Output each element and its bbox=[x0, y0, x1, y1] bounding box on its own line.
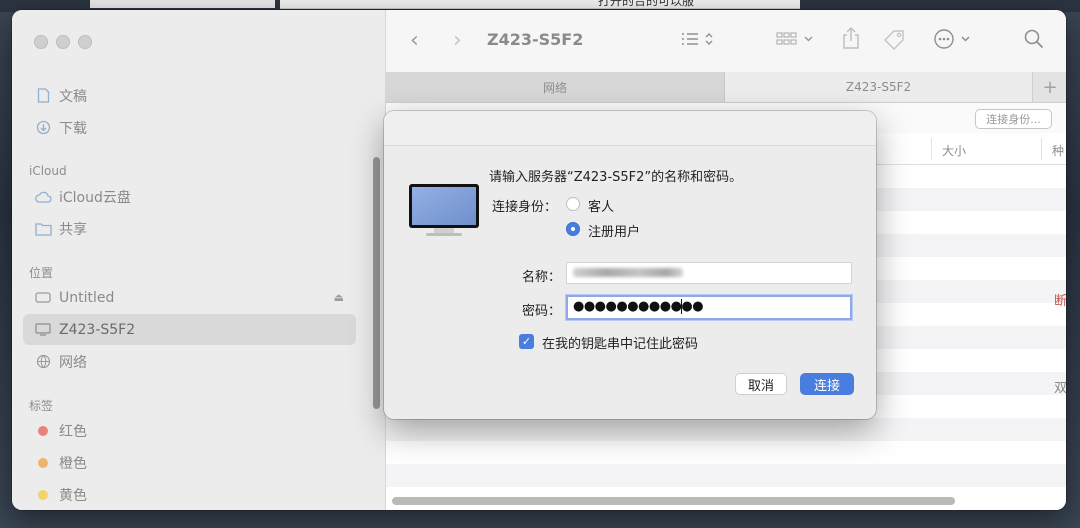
group-icon[interactable] bbox=[775, 30, 817, 53]
horizontal-scrollbar[interactable] bbox=[392, 497, 955, 505]
eject-icon[interactable]: ⏏ bbox=[334, 291, 344, 304]
password-field[interactable]: ●●●●●●●●●●●● bbox=[566, 295, 852, 320]
forward-chevron-icon[interactable]: › bbox=[453, 28, 462, 53]
minimize-window-button[interactable] bbox=[56, 35, 70, 49]
redacted-username bbox=[573, 268, 683, 277]
sidebar-item-network[interactable]: 网络 bbox=[23, 346, 356, 377]
password-label: 密码： bbox=[522, 304, 562, 319]
sidebar-item-label: 共享 bbox=[59, 221, 87, 238]
connect-button[interactable]: 连接 bbox=[800, 373, 854, 395]
dialog-titlebar bbox=[384, 111, 876, 146]
radio-guest[interactable] bbox=[566, 197, 580, 211]
sidebar-item-tag-red[interactable]: 红色 bbox=[23, 415, 356, 446]
remember-password-checkbox[interactable]: ✓ bbox=[519, 334, 534, 349]
table-row bbox=[386, 418, 1066, 441]
background-partial-text: 打开的合的可以服 bbox=[598, 0, 695, 8]
password-value: ●●●●●●●●●●●● bbox=[573, 299, 704, 314]
download-icon bbox=[34, 119, 52, 137]
sidebar-item-z423-s5f2[interactable]: Z423-S5F2 bbox=[23, 314, 356, 345]
sidebar-section-icloud: iCloud bbox=[29, 164, 67, 178]
tab-bar: 网络 Z423-S5F2 + bbox=[386, 72, 1066, 103]
back-chevron-icon[interactable]: ‹ bbox=[410, 28, 419, 53]
share-icon[interactable] bbox=[841, 26, 861, 55]
background-window bbox=[90, 0, 275, 8]
remember-password-label[interactable]: 在我的钥匙串中记住此密码 bbox=[542, 333, 698, 352]
column-header-kind[interactable]: 种 bbox=[1052, 142, 1064, 159]
computer-display-icon bbox=[409, 184, 479, 236]
radio-registered-user-label[interactable]: 注册用户 bbox=[588, 221, 640, 240]
network-icon bbox=[34, 353, 52, 371]
sidebar-item-shared[interactable]: 共享 bbox=[23, 213, 356, 244]
display-icon bbox=[34, 321, 52, 339]
close-window-button[interactable] bbox=[34, 35, 48, 49]
sidebar-item-untitled[interactable]: Untitled ⏏ bbox=[23, 282, 356, 313]
cloud-icon bbox=[34, 188, 52, 206]
cancel-button[interactable]: 取消 bbox=[735, 373, 787, 395]
plus-icon: + bbox=[1042, 76, 1058, 98]
sidebar-item-label: 橙色 bbox=[59, 455, 87, 472]
tab-label: 网络 bbox=[542, 80, 567, 95]
sidebar-item-label: iCloud云盘 bbox=[59, 189, 131, 206]
tag-yellow-dot-icon bbox=[34, 486, 52, 504]
tag-orange-dot-icon bbox=[34, 454, 52, 472]
search-icon[interactable] bbox=[1023, 28, 1045, 55]
sidebar-scrollbar[interactable] bbox=[373, 157, 380, 409]
window-controls bbox=[34, 35, 92, 49]
document-icon bbox=[34, 87, 52, 105]
new-tab-button[interactable]: + bbox=[1032, 72, 1066, 102]
sidebar-item-label: Z423-S5F2 bbox=[59, 321, 136, 338]
background-window: 打开的合的可以服 bbox=[280, 0, 800, 9]
column-header-size[interactable]: 大小 bbox=[942, 142, 966, 159]
sidebar-item-label: 下载 bbox=[59, 120, 87, 137]
toolbar: ‹ › Z423-S5F2 bbox=[386, 10, 1066, 73]
more-actions-icon[interactable] bbox=[933, 28, 975, 55]
sidebar-item-label: 网络 bbox=[59, 354, 87, 371]
sidebar-item-tag-orange[interactable]: 橙色 bbox=[23, 447, 356, 478]
tab-network[interactable]: 网络 bbox=[386, 72, 725, 102]
text-caret bbox=[681, 299, 682, 314]
connect-as-button[interactable]: 连接身份... bbox=[975, 109, 1052, 129]
sidebar-item-downloads[interactable]: 下载 bbox=[23, 112, 356, 143]
column-divider[interactable] bbox=[931, 138, 932, 160]
login-dialog: 请输入服务器“Z423-S5F2”的名称和密码。 连接身份： 客人 注册用户 名… bbox=[384, 111, 876, 419]
tab-label: Z423-S5F2 bbox=[845, 80, 912, 94]
connect-as-label: 连接身份： bbox=[492, 200, 558, 215]
sidebar-section-locations: 位置 bbox=[29, 266, 54, 280]
zoom-window-button[interactable] bbox=[78, 35, 92, 49]
partial-cell-text: 断 bbox=[1054, 294, 1066, 309]
shared-folder-icon bbox=[34, 220, 52, 238]
sidebar-section-tags: 标签 bbox=[29, 399, 54, 413]
dialog-prompt: 请输入服务器“Z423-S5F2”的名称和密码。 bbox=[489, 170, 743, 185]
partial-cell-text: 双 bbox=[1054, 381, 1066, 396]
list-view-icon[interactable] bbox=[680, 30, 716, 53]
sidebar-item-icloud-drive[interactable]: iCloud云盘 bbox=[23, 181, 356, 212]
tag-red-dot-icon bbox=[34, 422, 52, 440]
table-row bbox=[386, 441, 1066, 464]
sidebar: 文稿 下载 iCloud iCloud云盘 共享 位置 Untitled ⏏ Z… bbox=[12, 10, 386, 510]
sidebar-item-label: 文稿 bbox=[59, 88, 87, 105]
name-field[interactable] bbox=[566, 262, 852, 284]
tab-z423-s5f2[interactable]: Z423-S5F2 bbox=[725, 72, 1032, 102]
drive-icon bbox=[34, 289, 52, 307]
radio-registered-user[interactable] bbox=[566, 222, 580, 236]
column-divider[interactable] bbox=[1041, 138, 1042, 160]
tag-icon[interactable] bbox=[882, 28, 908, 55]
sidebar-item-documents[interactable]: 文稿 bbox=[23, 80, 356, 111]
table-row bbox=[386, 464, 1066, 487]
window-title: Z423-S5F2 bbox=[487, 30, 584, 49]
radio-guest-label[interactable]: 客人 bbox=[588, 196, 614, 215]
sidebar-item-label: 红色 bbox=[59, 423, 87, 440]
name-label: 名称： bbox=[522, 270, 562, 285]
sidebar-item-tag-yellow[interactable]: 黄色 bbox=[23, 479, 356, 510]
sidebar-item-label: 黄色 bbox=[59, 487, 87, 504]
sidebar-item-label: Untitled bbox=[59, 289, 115, 306]
